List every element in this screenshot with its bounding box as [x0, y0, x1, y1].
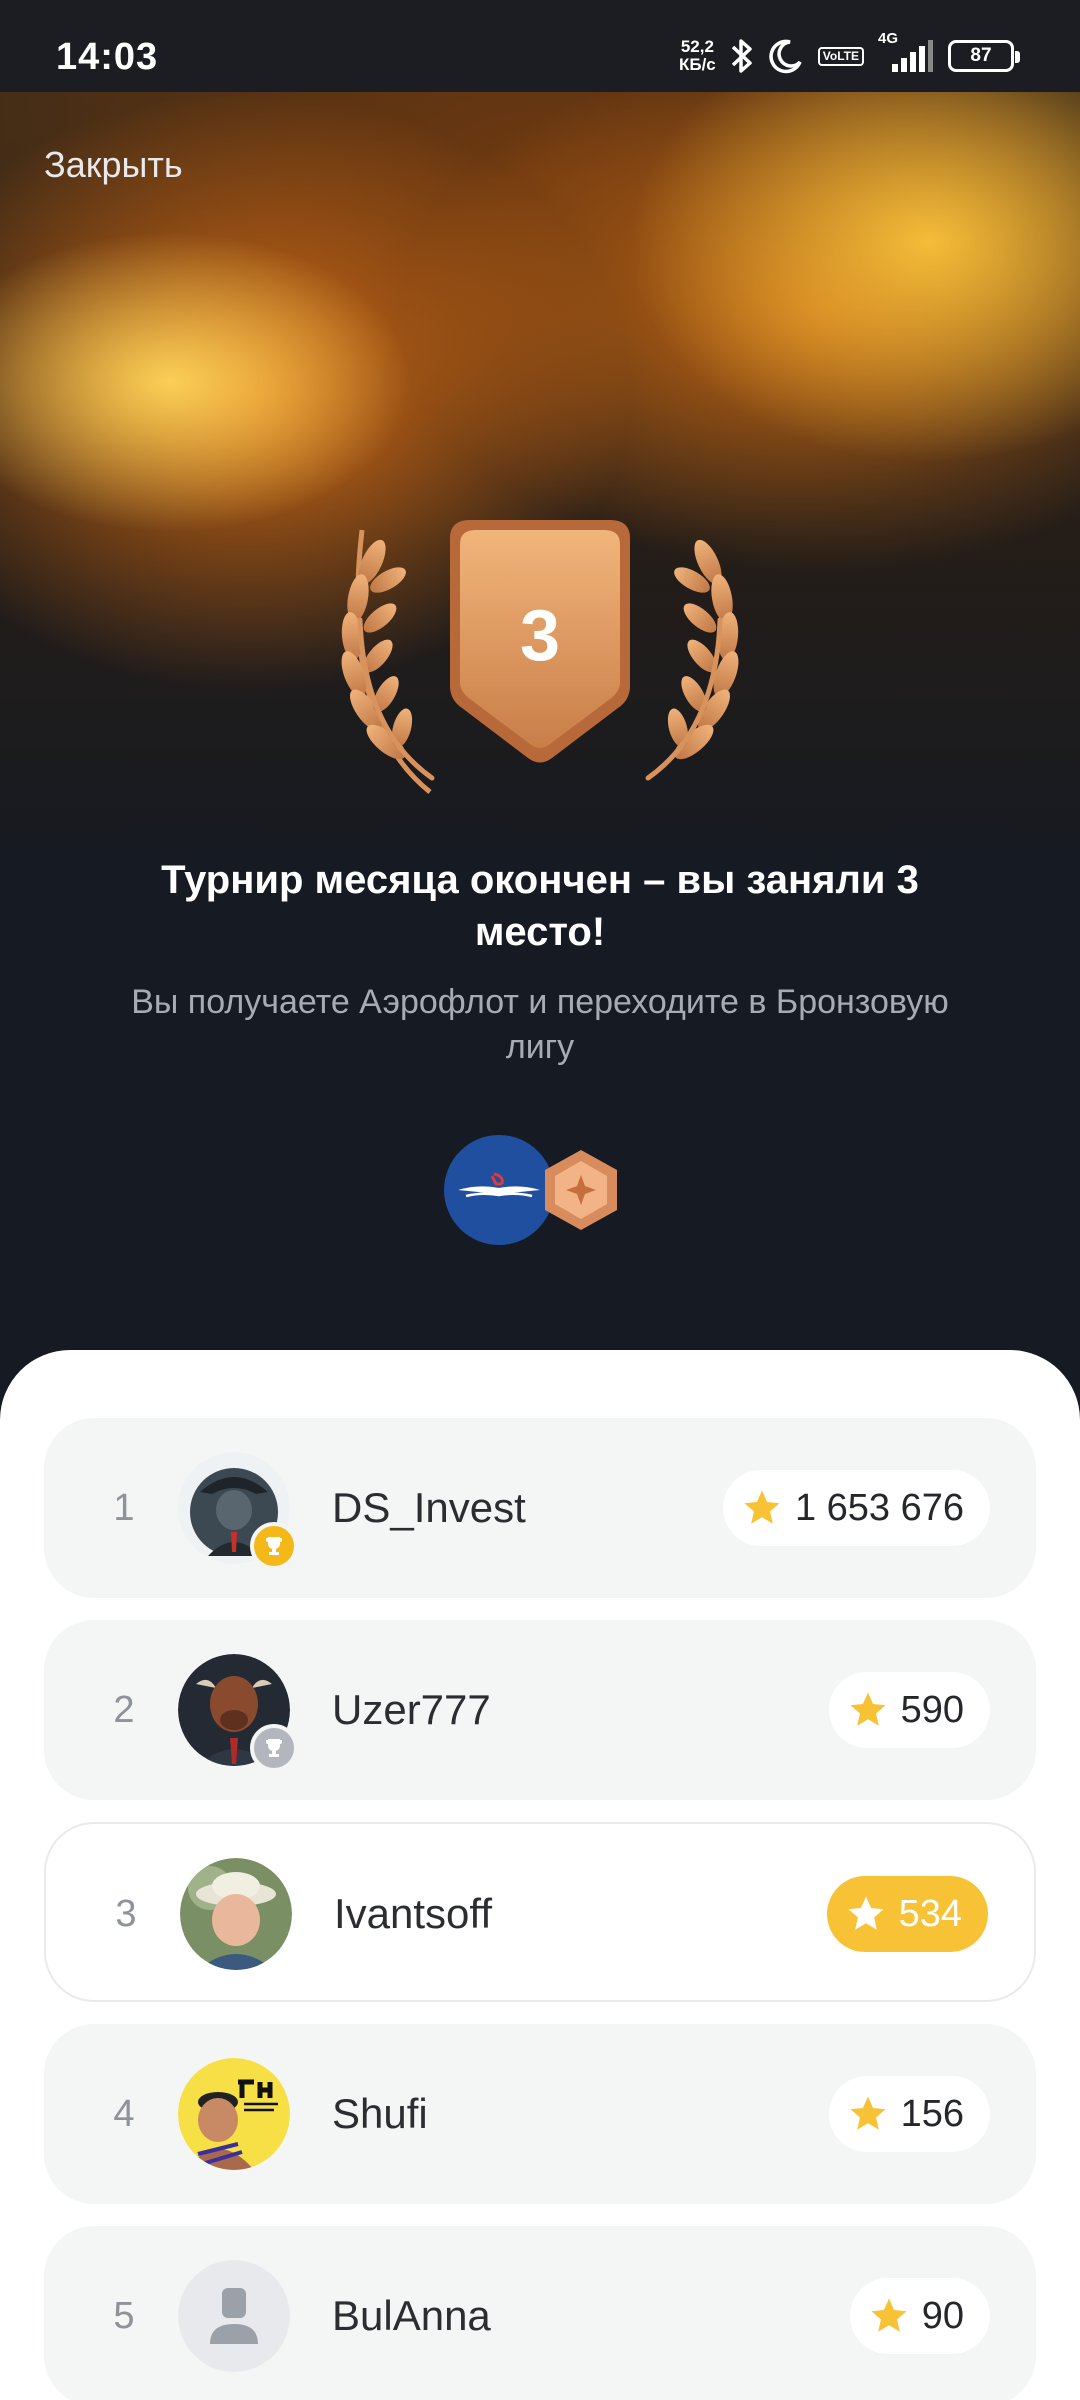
rank-number: 1 [113, 1486, 135, 1529]
rewards [444, 1135, 644, 1245]
score-pill-highlighted: 534 [826, 1876, 988, 1952]
rank-number: 5 [113, 2294, 135, 2337]
network-speed: 52,2 КБ/с [679, 38, 716, 74]
player-name: Shufi [332, 2090, 428, 2137]
player-name: Uzer777 [332, 1686, 491, 1733]
result-subtitle: Вы получаете Аэрофлот и переходите в Бро… [131, 983, 949, 1066]
close-button[interactable]: Закрыть [44, 144, 183, 186]
battery-icon: 87 [948, 40, 1020, 72]
score-value: 90 [921, 2294, 964, 2337]
leaderboard-sheet: 1 DS_Invest 1 653 676 2 Uzer777 590 3 Iv… [0, 1350, 1080, 2400]
bluetooth-icon [730, 37, 754, 75]
star-icon [871, 2298, 907, 2332]
network-speed-unit: КБ/с [678, 55, 716, 74]
laurel-right-icon [645, 539, 739, 781]
place-number: 3 [520, 596, 560, 676]
player-name: BulAnna [332, 2292, 491, 2339]
leaderboard-row-current-user[interactable]: 3 Ivantsoff 534 [44, 1822, 1036, 2002]
rank-number: 2 [113, 1688, 135, 1731]
leaderboard-row[interactable]: 1 DS_Invest 1 653 676 [44, 1418, 1036, 1598]
avatar [180, 1858, 292, 1970]
score-pill: 1 653 676 [722, 1470, 990, 1546]
laurel-left-icon [341, 529, 435, 794]
screen: 14:03 52,2 КБ/с Vo LTE 4G 87 Закрыть 3 Т… [0, 0, 1080, 2400]
status-bar: 14:03 52,2 КБ/с Vo LTE 4G 87 [0, 0, 1080, 92]
score-pill: 590 [828, 1672, 990, 1748]
score-value: 156 [900, 2092, 964, 2135]
rank-number: 3 [115, 1892, 137, 1935]
score-pill: 156 [828, 2076, 990, 2152]
star-icon [744, 1490, 780, 1524]
score-value: 534 [898, 1892, 962, 1935]
place-badge: 3 [341, 520, 739, 794]
leaderboard-row[interactable]: 5 BulAnna 90 [44, 2226, 1036, 2400]
star-icon [850, 2096, 886, 2130]
status-icons: 52,2 КБ/с Vo LTE 4G 87 [679, 30, 1020, 78]
score-value: 1 653 676 [794, 1486, 964, 1529]
moon-icon [768, 38, 804, 74]
status-time: 14:03 [56, 36, 159, 78]
player-name: Ivantsoff [334, 1890, 492, 1937]
bronze-league-icon [545, 1150, 617, 1230]
battery-level: 87 [970, 45, 992, 66]
star-icon [850, 1692, 886, 1726]
star-icon [848, 1896, 884, 1930]
network-type: 4G [878, 30, 899, 47]
result-title: Турнир месяца окончен – вы заняли 3 мест… [161, 858, 919, 954]
volte-icon: Vo LTE [817, 46, 864, 66]
silver-trophy-icon [250, 1724, 298, 1772]
avatar [178, 2058, 290, 2170]
leaderboard-row[interactable]: 2 Uzer777 590 [44, 1620, 1036, 1800]
network-speed-value: 52,2 [680, 37, 714, 56]
rank-number: 4 [113, 2092, 135, 2135]
gold-trophy-icon [250, 1522, 298, 1570]
player-name: DS_Invest [332, 1484, 526, 1531]
score-value: 590 [900, 1688, 964, 1731]
default-avatar-icon [178, 2260, 290, 2372]
score-pill: 90 [849, 2278, 990, 2354]
leaderboard-row[interactable]: 4 Shufi 156 [44, 2024, 1036, 2204]
signal-icon: 4G [878, 30, 934, 74]
